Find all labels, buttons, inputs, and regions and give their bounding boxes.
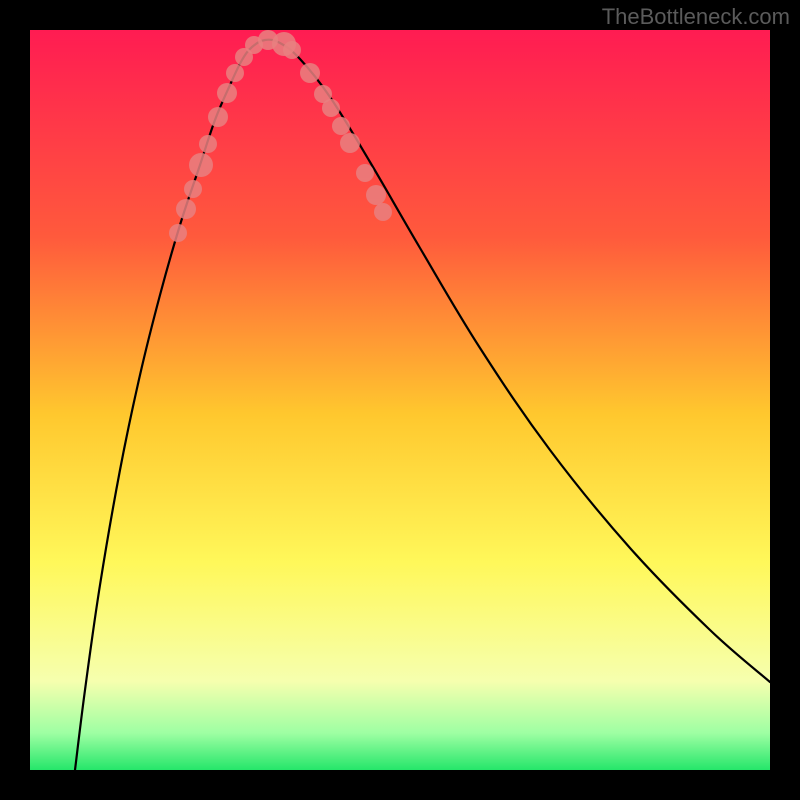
plot-area: [30, 30, 770, 770]
sample-point: [332, 117, 350, 135]
sample-point: [217, 83, 237, 103]
bottleneck-curve: [75, 40, 770, 770]
sample-points-group: [169, 30, 392, 242]
sample-point: [184, 180, 202, 198]
sample-point: [189, 153, 213, 177]
sample-point: [283, 41, 301, 59]
sample-point: [226, 64, 244, 82]
sample-point: [366, 185, 386, 205]
sample-point: [208, 107, 228, 127]
sample-point: [340, 133, 360, 153]
chart-frame: TheBottleneck.com: [0, 0, 800, 800]
watermark-text: TheBottleneck.com: [602, 4, 790, 30]
plot-svg: [30, 30, 770, 770]
sample-point: [356, 164, 374, 182]
sample-point: [300, 63, 320, 83]
sample-point: [199, 135, 217, 153]
sample-point: [322, 99, 340, 117]
sample-point: [374, 203, 392, 221]
sample-point: [176, 199, 196, 219]
sample-point: [169, 224, 187, 242]
